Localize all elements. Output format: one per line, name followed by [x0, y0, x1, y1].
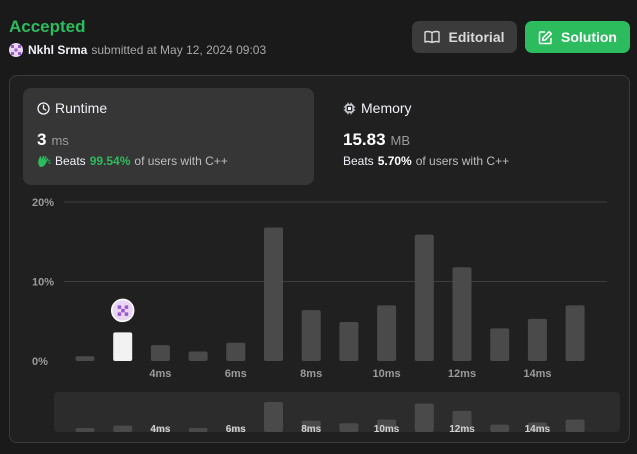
y-tick-label: 20% — [32, 197, 54, 209]
bar[interactable] — [452, 267, 472, 361]
navigator-bar — [188, 428, 208, 432]
navigator-bar — [264, 402, 283, 432]
solution-button[interactable]: Solution — [525, 21, 630, 53]
bar[interactable] — [414, 234, 434, 361]
x-tick-label: 14ms — [523, 368, 551, 380]
solution-label: Solution — [561, 29, 617, 45]
navigator-bar — [113, 425, 133, 432]
navigator-bar — [565, 419, 585, 432]
editorial-button[interactable]: Editorial — [412, 21, 517, 53]
navigator-tick-label: 14ms — [525, 424, 551, 435]
bar[interactable] — [264, 227, 283, 361]
x-tick-label: 10ms — [373, 368, 401, 380]
x-tick-label: 12ms — [448, 368, 476, 380]
status-accepted: Accepted — [9, 17, 86, 36]
bar[interactable] — [339, 322, 359, 361]
x-tick-label: 4ms — [149, 368, 171, 380]
edit-icon — [538, 30, 553, 44]
submission-result-page: Accepted Nkhl Srma submitted at May 12, … — [0, 0, 637, 454]
y-tick-label: 10% — [32, 277, 54, 289]
bar[interactable] — [565, 305, 585, 361]
your-submission-avatar — [110, 298, 135, 323]
bar[interactable] — [75, 356, 95, 361]
runtime-distribution-chart[interactable]: 20% 10% 0% 4ms 6ms 8ms 10ms 12ms 14ms 4ms 6ms 8ms 1… — [10, 76, 631, 444]
submitter-line: Nkhl Srma submitted at May 12, 2024 09:0… — [9, 43, 266, 57]
bar[interactable] — [377, 305, 397, 361]
navigator-bar — [339, 423, 359, 432]
bar[interactable] — [188, 351, 208, 361]
submitted-time: submitted at May 12, 2024 09:03 — [91, 43, 267, 57]
navigator-bar — [75, 428, 95, 432]
avatar[interactable] — [9, 43, 23, 57]
book-icon — [424, 30, 441, 44]
navigator-tick-label: 12ms — [449, 424, 475, 435]
x-tick-label: 8ms — [300, 368, 322, 380]
navigator-tick-label: 6ms — [226, 424, 246, 435]
bar[interactable] — [150, 345, 170, 361]
user-name[interactable]: Nkhl Srma — [28, 43, 87, 57]
navigator-bar — [414, 403, 434, 432]
y-tick-label: 0% — [32, 356, 48, 368]
bar[interactable] — [490, 328, 510, 361]
navigator-tick-label: 4ms — [150, 424, 170, 435]
bar-current-submission[interactable] — [113, 332, 133, 361]
performance-card: Runtime 3 ms Beats 99.54% of users with … — [9, 75, 630, 443]
navigator-tick-label: 10ms — [374, 424, 400, 435]
bar[interactable] — [226, 342, 246, 361]
navigator-tick-label: 8ms — [301, 424, 321, 435]
bar[interactable] — [527, 318, 547, 361]
editorial-label: Editorial — [448, 29, 505, 45]
navigator-bar — [490, 424, 510, 432]
bar[interactable] — [301, 310, 321, 361]
x-tick-label: 6ms — [225, 368, 247, 380]
